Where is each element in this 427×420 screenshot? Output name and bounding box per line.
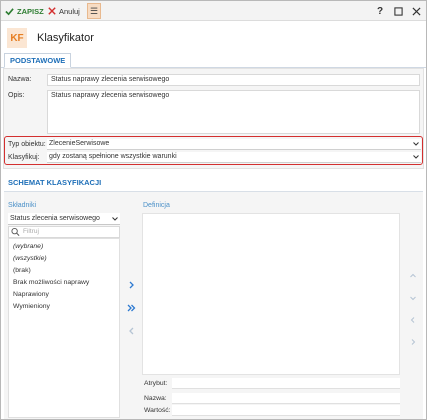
classify-label: Klasyfikuj: — [8, 154, 40, 161]
tab-podstawowe[interactable]: PODSTAWOWE — [4, 53, 72, 68]
filter-input[interactable]: Filtruj — [8, 226, 120, 238]
components-list: (wybrane) (wszystkie) (brak) Brak możliw… — [8, 238, 120, 418]
search-icon — [11, 227, 20, 236]
maximize-icon — [393, 6, 403, 16]
object-type-value: ZlecenieSerwisowe — [49, 140, 110, 147]
attribute-label: Atrybut: — [144, 380, 168, 387]
component-select-value: Status zlecenia serwisowego — [10, 215, 100, 222]
cancel-label: Anuluj — [59, 6, 80, 16]
page-title: Klasyfikator — [37, 32, 94, 44]
name-label: Nazwa: — [8, 76, 32, 83]
component-select[interactable]: Status zlecenia serwisowego — [8, 213, 120, 225]
components-label: Składniki — [8, 202, 37, 209]
attr-name-field[interactable] — [172, 393, 400, 404]
list-item[interactable]: Naprawiony — [13, 291, 49, 298]
list-item[interactable]: Wymieniony — [13, 303, 50, 310]
help-button[interactable]: ? — [373, 4, 387, 18]
definition-box[interactable] — [142, 213, 400, 375]
classify-value: gdy zostaną spełnione wszystkie warunki — [49, 153, 177, 160]
maximize-button[interactable] — [391, 4, 405, 18]
attr-name-label: Nazwa: — [144, 395, 167, 402]
filter-placeholder: Filtruj — [23, 228, 39, 235]
list-item[interactable]: Brak możliwości naprawy — [13, 279, 89, 286]
indent-icon[interactable] — [410, 339, 416, 345]
move-right-icon[interactable] — [128, 281, 135, 289]
classifier-window: ZAPISZ Anuluj ☰ ? KF Klasyfikator PODSTA… — [0, 0, 427, 420]
outdent-icon[interactable] — [410, 317, 416, 323]
classify-select[interactable]: gdy zostaną spełnione wszystkie warunki — [47, 152, 421, 163]
list-item[interactable]: (brak) — [13, 267, 31, 274]
hamburger-icon: ☰ — [89, 5, 99, 16]
attr-value-field[interactable] — [172, 405, 400, 416]
checkmark-icon — [5, 7, 14, 15]
attribute-field[interactable] — [172, 378, 400, 389]
cancel-button[interactable]: Anuluj — [48, 4, 80, 18]
chevron-down-icon — [112, 217, 118, 221]
close-window-icon — [411, 6, 421, 16]
move-left-icon[interactable] — [128, 327, 135, 335]
description-value: Status naprawy zlecenia serwisowego — [51, 92, 170, 99]
object-type-label: Typ obiektu: — [8, 141, 46, 148]
chevron-down-icon — [413, 142, 419, 146]
menu-button[interactable]: ☰ — [87, 3, 101, 19]
name-field[interactable]: Status naprawy zlecenia serwisowego — [47, 74, 420, 86]
app-logo: KF — [7, 28, 27, 48]
save-button[interactable]: ZAPISZ — [5, 4, 44, 18]
toolbar: ZAPISZ Anuluj ☰ ? — [1, 1, 426, 21]
close-icon — [48, 7, 56, 15]
description-field[interactable]: Status naprawy zlecenia serwisowego — [47, 90, 420, 134]
list-item[interactable]: (wszystkie) — [13, 255, 47, 262]
description-label: Opis: — [8, 92, 25, 99]
help-icon: ? — [376, 5, 384, 17]
object-type-select[interactable]: ZlecenieSerwisowe — [47, 139, 421, 150]
list-item[interactable]: (wybrane) — [13, 243, 43, 250]
name-value: Status naprawy zlecenia serwisowego — [51, 76, 170, 83]
attr-value-label: Wartość: — [144, 407, 171, 414]
move-up-icon[interactable] — [410, 273, 416, 279]
chevron-down-icon — [413, 155, 419, 159]
close-window-button[interactable] — [409, 4, 423, 18]
move-down-icon[interactable] — [410, 295, 416, 301]
schema-title: SCHEMAT KLASYFIKACJI — [8, 178, 102, 187]
move-all-right-icon[interactable] — [127, 304, 136, 312]
definition-label: Definicja — [143, 202, 170, 209]
save-label: ZAPISZ — [17, 6, 44, 16]
